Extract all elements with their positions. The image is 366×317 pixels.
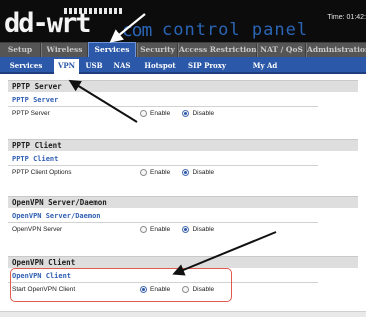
disable-label: Disable <box>192 109 215 117</box>
fieldset-title: PPTP Client <box>12 155 59 163</box>
enable-label: Enable <box>150 168 171 176</box>
main-navigation: Setup Wireless Services Security Access … <box>0 42 366 57</box>
section-title: OpenVPN Client <box>8 256 358 268</box>
tab-setup[interactable]: Setup <box>0 43 40 57</box>
sub-navigation: Services VPN USB NAS Hotspot SIP Proxy M… <box>0 57 366 82</box>
tab-wireless[interactable]: Wireless <box>41 43 87 57</box>
section-pptp-client: PPTP Client PPTP Client PPTP Client Opti… <box>8 139 358 179</box>
disable-radio[interactable] <box>182 168 190 176</box>
disable-radio[interactable] <box>182 109 190 117</box>
subtab-my-ad-network[interactable]: My Ad Network <box>236 60 294 82</box>
setting-label: PPTP Client Options <box>12 169 72 176</box>
tab-services[interactable]: Services <box>88 42 136 57</box>
logo-text: dd-wrt <box>4 8 92 39</box>
section-title: PPTP Client <box>8 139 358 151</box>
subtab-usb[interactable]: USB <box>84 60 104 72</box>
subtab-sip-proxy[interactable]: SIP Proxy <box>185 60 229 72</box>
radio-group: Enable Disable <box>140 109 224 117</box>
enable-label: Enable <box>150 109 171 117</box>
tab-administration[interactable]: Administration <box>306 43 366 57</box>
logo-tagline: control panel <box>162 20 309 40</box>
radio-group: Enable Disable <box>140 168 224 176</box>
disable-label: Disable <box>192 225 215 233</box>
section-title: PPTP Server <box>8 80 358 92</box>
disable-radio[interactable] <box>182 225 190 233</box>
disable-label: Disable <box>192 168 215 176</box>
tab-nat-qos[interactable]: NAT / QoS <box>257 43 305 57</box>
subtab-services[interactable]: Services <box>6 60 46 72</box>
section-pptp-server: PPTP Server PPTP Server PPTP Server Enab… <box>8 80 358 120</box>
tab-access-restrictions[interactable]: Access Restrictions <box>178 43 261 57</box>
header: dd-wrt .com control panel Time: 01:42: <box>0 0 366 42</box>
enable-radio[interactable] <box>140 109 147 117</box>
setting-label: OpenVPN Server <box>12 226 63 233</box>
setting-row: PPTP Server Enable Disable <box>8 106 318 120</box>
bottom-border <box>0 311 366 317</box>
setting-label: PPTP Server <box>12 110 50 117</box>
fieldset-title: PPTP Server <box>12 96 59 104</box>
setting-row: PPTP Client Options Enable Disable <box>8 165 318 179</box>
subtab-hotspot[interactable]: Hotspot <box>141 60 179 72</box>
subtab-vpn[interactable]: VPN <box>54 59 79 74</box>
logo-domain: .com <box>112 20 152 41</box>
time-display: Time: 01:42: <box>327 14 366 21</box>
highlight-box <box>10 268 232 302</box>
tab-security[interactable]: Security <box>137 43 177 57</box>
enable-radio[interactable] <box>140 168 147 176</box>
subtab-nas[interactable]: NAS <box>111 60 133 72</box>
fieldset-title: OpenVPN Server/Daemon <box>12 212 101 220</box>
enable-label: Enable <box>150 225 171 233</box>
setting-row: OpenVPN Server Enable Disable <box>8 222 318 236</box>
section-openvpn-server: OpenVPN Server/Daemon OpenVPN Server/Dae… <box>8 196 358 236</box>
enable-radio[interactable] <box>140 225 147 233</box>
radio-group: Enable Disable <box>140 225 224 233</box>
section-title: OpenVPN Server/Daemon <box>8 196 358 208</box>
